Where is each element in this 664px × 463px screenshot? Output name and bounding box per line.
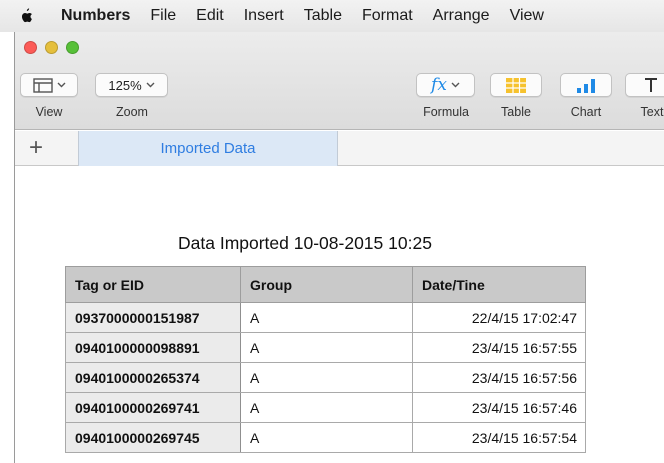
- data-table: Tag or EID Group Date/Tine 0937000000151…: [65, 266, 586, 453]
- text-icon: [645, 78, 657, 92]
- sidebar-layout-icon: [32, 77, 53, 93]
- table-row: 0940100000269745 A 23/4/15 16:57:54: [65, 422, 586, 453]
- view-label: View: [35, 105, 63, 119]
- text-label: Text: [640, 105, 664, 119]
- cell-date[interactable]: 22/4/15 17:02:47: [412, 302, 586, 333]
- cell-date[interactable]: 23/4/15 16:57:55: [412, 332, 586, 363]
- tab-imported-data[interactable]: Imported Data: [78, 131, 338, 166]
- menu-numbers[interactable]: Numbers: [51, 7, 140, 25]
- cell-date[interactable]: 23/4/15 16:57:56: [412, 362, 586, 393]
- chart-button[interactable]: [560, 73, 612, 97]
- fullscreen-button[interactable]: [66, 41, 79, 54]
- bar-chart-icon: [577, 78, 595, 93]
- cell-group[interactable]: A: [240, 362, 413, 393]
- cell-group[interactable]: A: [240, 302, 413, 333]
- column-header-tag[interactable]: Tag or EID: [65, 266, 241, 303]
- menu-insert[interactable]: Insert: [234, 7, 294, 25]
- table-row: 0940100000269741 A 23/4/15 16:57:46: [65, 392, 586, 423]
- menu-view[interactable]: View: [500, 7, 554, 25]
- toolbar: View 125% Zoom fx Formula Table Chart Te…: [15, 32, 664, 130]
- table-row: 0940100000098891 A 23/4/15 16:57:55: [65, 332, 586, 363]
- header-row: Tag or EID Group Date/Tine: [65, 266, 586, 303]
- column-header-date[interactable]: Date/Tine: [412, 266, 586, 303]
- close-button[interactable]: [24, 41, 37, 54]
- menu-format[interactable]: Format: [352, 7, 423, 25]
- cell-tag[interactable]: 0940100000265374: [65, 362, 241, 393]
- text-button[interactable]: [625, 73, 664, 97]
- zoom-value: 125%: [108, 77, 142, 93]
- cell-tag[interactable]: 0940100000269745: [65, 422, 241, 453]
- minimize-button[interactable]: [45, 41, 58, 54]
- menu-arrange[interactable]: Arrange: [423, 7, 500, 25]
- menu-table[interactable]: Table: [294, 7, 352, 25]
- apple-menu-icon[interactable]: [15, 7, 37, 25]
- cell-group[interactable]: A: [240, 422, 413, 453]
- chevron-down-icon: [451, 82, 460, 88]
- cell-group[interactable]: A: [240, 332, 413, 363]
- table-row: 0940100000265374 A 23/4/15 16:57:56: [65, 362, 586, 393]
- table-row: 0937000000151987 A 22/4/15 17:02:47: [65, 302, 586, 333]
- column-header-group[interactable]: Group: [240, 266, 413, 303]
- table-icon: [506, 77, 526, 93]
- table-button[interactable]: [490, 73, 542, 97]
- zoom-button[interactable]: 125%: [95, 73, 168, 97]
- table-label: Table: [501, 105, 531, 119]
- chevron-down-icon: [57, 82, 65, 88]
- zoom-label: Zoom: [116, 105, 148, 119]
- sheet-tab-bar: + Imported Data: [15, 131, 664, 166]
- chart-label: Chart: [570, 105, 602, 119]
- view-button[interactable]: [20, 73, 78, 97]
- add-sheet-button[interactable]: +: [29, 136, 43, 160]
- chevron-down-icon: [146, 82, 155, 88]
- cell-date[interactable]: 23/4/15 16:57:54: [412, 422, 586, 453]
- table-title: Data Imported 10-08-2015 10:25: [178, 233, 432, 253]
- formula-icon: fx: [431, 75, 447, 95]
- menu-bar: Numbers File Edit Insert Table Format Ar…: [0, 0, 664, 32]
- formula-label: Formula: [423, 105, 469, 119]
- window-controls: [24, 41, 79, 54]
- formula-button[interactable]: fx: [416, 73, 475, 97]
- cell-tag[interactable]: 0940100000269741: [65, 392, 241, 423]
- cell-tag[interactable]: 0937000000151987: [65, 302, 241, 333]
- cell-date[interactable]: 23/4/15 16:57:46: [412, 392, 586, 423]
- menu-edit[interactable]: Edit: [186, 7, 234, 25]
- cell-tag[interactable]: 0940100000098891: [65, 332, 241, 363]
- cell-group[interactable]: A: [240, 392, 413, 423]
- menu-file[interactable]: File: [140, 7, 186, 25]
